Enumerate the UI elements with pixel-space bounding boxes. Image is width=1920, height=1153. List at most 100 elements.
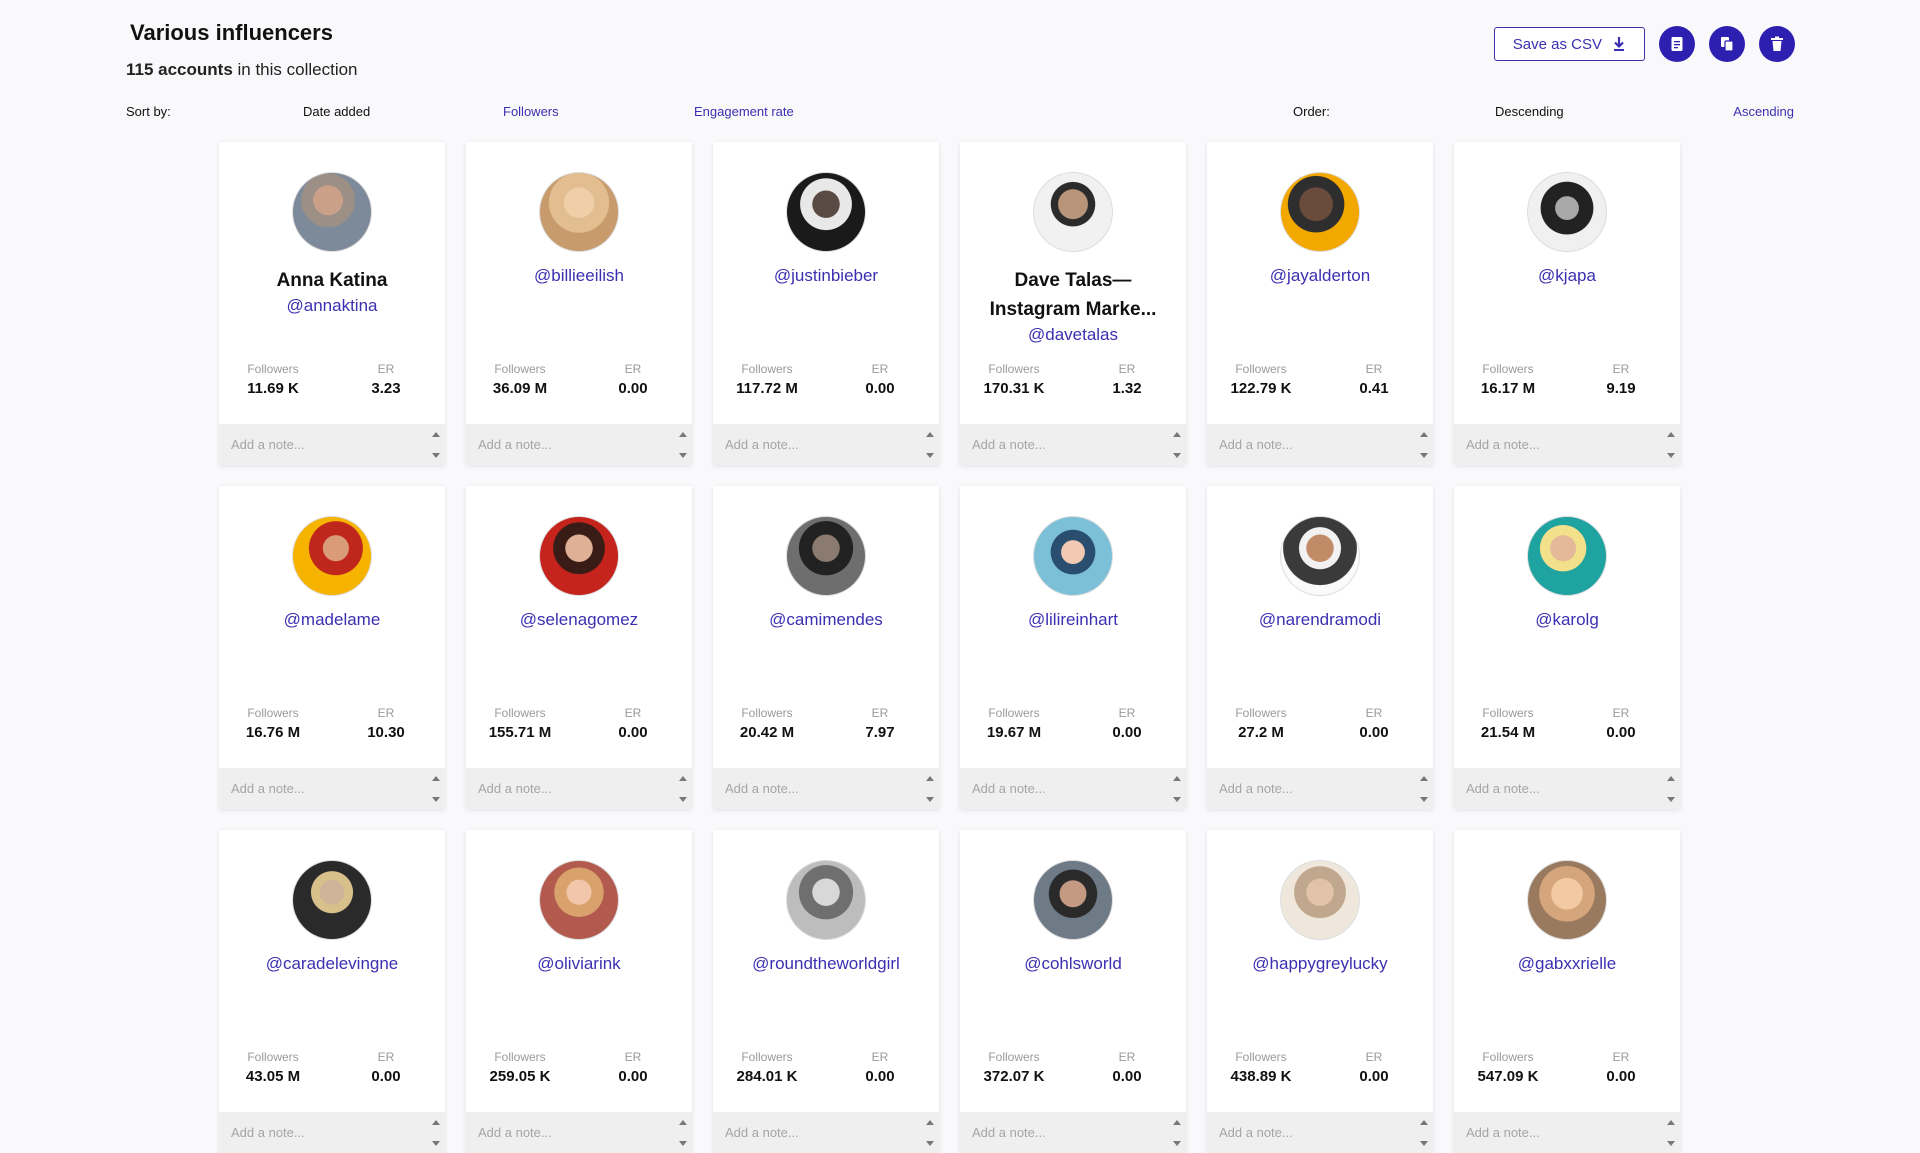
note-input[interactable] bbox=[1207, 424, 1433, 465]
note-spinner-icon[interactable] bbox=[1417, 1116, 1431, 1150]
influencer-handle[interactable]: @gabxxrielle bbox=[1458, 954, 1676, 974]
influencer-card[interactable]: @madelame Followers ER 16.76 M 10.30 bbox=[219, 486, 445, 809]
avatar[interactable] bbox=[539, 172, 619, 252]
avatar[interactable] bbox=[1527, 172, 1607, 252]
note-input[interactable] bbox=[219, 424, 445, 465]
sort-option-followers[interactable]: Followers bbox=[503, 104, 559, 119]
influencer-card[interactable]: @camimendes Followers ER 20.42 M 7.97 bbox=[713, 486, 939, 809]
note-input[interactable] bbox=[219, 768, 445, 809]
note-input[interactable] bbox=[713, 768, 939, 809]
note-spinner-icon[interactable] bbox=[1664, 428, 1678, 462]
copy-button[interactable] bbox=[1709, 26, 1745, 62]
avatar[interactable] bbox=[1033, 172, 1113, 252]
avatar[interactable] bbox=[1280, 172, 1360, 252]
sort-option-date-added[interactable]: Date added bbox=[303, 104, 370, 119]
influencer-handle[interactable]: @lilireinhart bbox=[964, 610, 1182, 630]
note-input[interactable] bbox=[713, 424, 939, 465]
influencer-handle[interactable]: @roundtheworldgirl bbox=[717, 954, 935, 974]
influencer-handle[interactable]: @annaktina bbox=[223, 296, 441, 316]
avatar[interactable] bbox=[1280, 860, 1360, 940]
note-spinner-icon[interactable] bbox=[676, 1116, 690, 1150]
influencer-card[interactable]: @roundtheworldgirl Followers ER 284.01 K… bbox=[713, 830, 939, 1153]
influencer-card[interactable]: @kjapa Followers ER 16.17 M 9.19 bbox=[1454, 142, 1680, 465]
note-input[interactable] bbox=[466, 1112, 692, 1153]
note-spinner-icon[interactable] bbox=[923, 428, 937, 462]
note-spinner-icon[interactable] bbox=[429, 1116, 443, 1150]
note-spinner-icon[interactable] bbox=[429, 772, 443, 806]
influencer-handle[interactable]: @selenagomez bbox=[470, 610, 688, 630]
order-option-descending[interactable]: Descending bbox=[1495, 104, 1564, 119]
influencer-card[interactable]: Dave Talas— Instagram Marke... @davetala… bbox=[960, 142, 1186, 465]
avatar[interactable] bbox=[292, 860, 372, 940]
influencer-handle[interactable]: @davetalas bbox=[964, 325, 1182, 345]
avatar[interactable] bbox=[1280, 516, 1360, 596]
influencer-card[interactable]: Anna Katina @annaktina Followers ER 11.6… bbox=[219, 142, 445, 465]
influencer-card[interactable]: @selenagomez Followers ER 155.71 M 0.00 bbox=[466, 486, 692, 809]
avatar[interactable] bbox=[539, 860, 619, 940]
influencer-card[interactable]: @karolg Followers ER 21.54 M 0.00 bbox=[1454, 486, 1680, 809]
influencer-card[interactable]: @jayalderton Followers ER 122.79 K 0.41 bbox=[1207, 142, 1433, 465]
influencer-handle[interactable]: @madelame bbox=[223, 610, 441, 630]
note-spinner-icon[interactable] bbox=[676, 772, 690, 806]
note-input[interactable] bbox=[466, 424, 692, 465]
note-input[interactable] bbox=[960, 768, 1186, 809]
influencer-handle[interactable]: @camimendes bbox=[717, 610, 935, 630]
avatar[interactable] bbox=[786, 516, 866, 596]
note-input[interactable] bbox=[1454, 1112, 1680, 1153]
note-spinner-icon[interactable] bbox=[1664, 1116, 1678, 1150]
influencer-handle[interactable]: @happygreylucky bbox=[1211, 954, 1429, 974]
note-spinner-icon[interactable] bbox=[1417, 428, 1431, 462]
avatar[interactable] bbox=[786, 172, 866, 252]
note-input[interactable] bbox=[960, 1112, 1186, 1153]
influencer-handle[interactable]: @caradelevingne bbox=[223, 954, 441, 974]
note-spinner-icon[interactable] bbox=[1170, 1116, 1184, 1150]
note-spinner-icon[interactable] bbox=[676, 428, 690, 462]
note-input[interactable] bbox=[713, 1112, 939, 1153]
order-option-ascending[interactable]: Ascending bbox=[1733, 104, 1794, 119]
influencer-card[interactable]: @justinbieber Followers ER 117.72 M 0.00 bbox=[713, 142, 939, 465]
influencer-handle[interactable]: @narendramodi bbox=[1211, 610, 1429, 630]
avatar[interactable] bbox=[1527, 860, 1607, 940]
influencer-handle[interactable]: @billieeilish bbox=[470, 266, 688, 286]
influencer-card[interactable]: @happygreylucky Followers ER 438.89 K 0.… bbox=[1207, 830, 1433, 1153]
avatar[interactable] bbox=[292, 172, 372, 252]
influencer-card[interactable]: @cohlsworld Followers ER 372.07 K 0.00 bbox=[960, 830, 1186, 1153]
note-input[interactable] bbox=[1454, 768, 1680, 809]
delete-button[interactable] bbox=[1759, 26, 1795, 62]
influencer-handle[interactable]: @oliviarink bbox=[470, 954, 688, 974]
note-spinner-icon[interactable] bbox=[1417, 772, 1431, 806]
note-spinner-icon[interactable] bbox=[429, 428, 443, 462]
influencer-handle[interactable]: @kjapa bbox=[1458, 266, 1676, 286]
note-spinner-icon[interactable] bbox=[923, 1116, 937, 1150]
note-spinner-icon[interactable] bbox=[1664, 772, 1678, 806]
avatar[interactable] bbox=[1527, 516, 1607, 596]
note-input[interactable] bbox=[466, 768, 692, 809]
note-input[interactable] bbox=[960, 424, 1186, 465]
avatar[interactable] bbox=[786, 860, 866, 940]
influencer-handle[interactable]: @karolg bbox=[1458, 610, 1676, 630]
notes-button[interactable] bbox=[1659, 26, 1695, 62]
note-input[interactable] bbox=[1207, 1112, 1433, 1153]
avatar[interactable] bbox=[1033, 516, 1113, 596]
sort-option-engagement-rate[interactable]: Engagement rate bbox=[694, 104, 794, 119]
note-input[interactable] bbox=[219, 1112, 445, 1153]
note-spinner-icon[interactable] bbox=[923, 772, 937, 806]
avatar[interactable] bbox=[539, 516, 619, 596]
influencer-card[interactable]: @narendramodi Followers ER 27.2 M 0.00 bbox=[1207, 486, 1433, 809]
influencer-card[interactable]: @caradelevingne Followers ER 43.05 M 0.0… bbox=[219, 830, 445, 1153]
avatar[interactable] bbox=[292, 516, 372, 596]
influencer-card[interactable]: @oliviarink Followers ER 259.05 K 0.00 bbox=[466, 830, 692, 1153]
note-input[interactable] bbox=[1454, 424, 1680, 465]
avatar[interactable] bbox=[1033, 860, 1113, 940]
influencer-card[interactable]: @lilireinhart Followers ER 19.67 M 0.00 bbox=[960, 486, 1186, 809]
save-csv-button[interactable]: Save as CSV bbox=[1493, 27, 1645, 61]
influencer-handle[interactable]: @jayalderton bbox=[1211, 266, 1429, 286]
influencer-card[interactable]: @gabxxrielle Followers ER 547.09 K 0.00 bbox=[1454, 830, 1680, 1153]
note-input[interactable] bbox=[1207, 768, 1433, 809]
note-spinner-icon[interactable] bbox=[1170, 772, 1184, 806]
influencer-handle[interactable]: @justinbieber bbox=[717, 266, 935, 286]
influencer-card[interactable]: @billieeilish Followers ER 36.09 M 0.00 bbox=[466, 142, 692, 465]
influencer-handle[interactable]: @cohlsworld bbox=[964, 954, 1182, 974]
followers-label: Followers bbox=[1482, 706, 1534, 720]
note-spinner-icon[interactable] bbox=[1170, 428, 1184, 462]
